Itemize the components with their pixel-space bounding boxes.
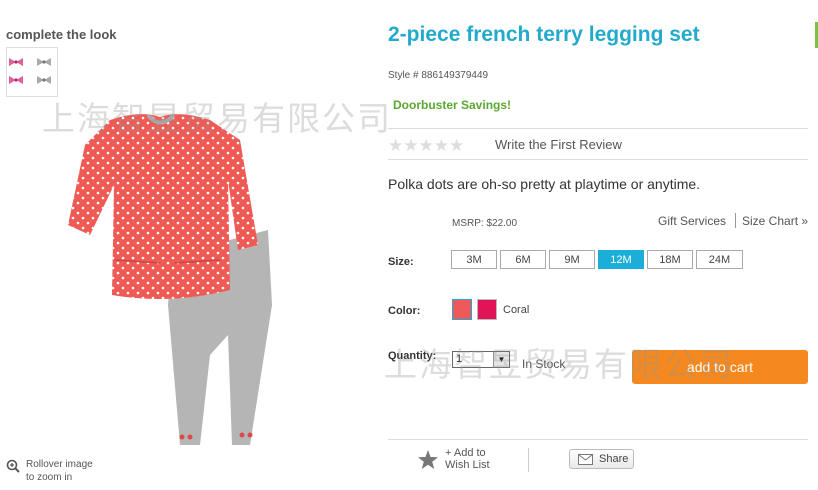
quantity-label: Quantity: bbox=[388, 350, 437, 362]
complete-the-look-heading: complete the look bbox=[6, 27, 117, 42]
envelope-icon bbox=[578, 454, 593, 465]
pink-bow-icon bbox=[9, 76, 23, 84]
quantity-value: 1 bbox=[456, 353, 463, 365]
product-title: 2-piece french terry legging set bbox=[388, 23, 700, 46]
wish-list-line-2: Wish List bbox=[445, 459, 490, 471]
rating-stars: ★★★★★ bbox=[388, 136, 465, 155]
gray-bow-icon bbox=[37, 58, 51, 66]
write-review-link[interactable]: Write the First Review bbox=[495, 137, 622, 152]
stock-status: In Stock bbox=[522, 357, 566, 371]
size-label: Size: bbox=[388, 256, 414, 268]
action-separator bbox=[528, 448, 529, 472]
divider bbox=[388, 128, 808, 129]
size-option-3m[interactable]: 3M bbox=[451, 250, 497, 269]
gray-bow-icon bbox=[37, 76, 51, 84]
size-option-18m[interactable]: 18M bbox=[647, 250, 693, 269]
rollover-zoom-hint: Rollover image to zoom in bbox=[26, 458, 116, 484]
chevron-down-icon[interactable]: ▼ bbox=[493, 352, 509, 367]
share-button[interactable]: Share bbox=[569, 449, 634, 469]
rollover-line-1: Rollover image bbox=[26, 459, 93, 470]
gift-services-link[interactable]: Gift Services bbox=[658, 214, 726, 228]
star-icon[interactable] bbox=[417, 450, 439, 470]
add-to-wish-list-link[interactable]: + Add to Wish List bbox=[445, 447, 490, 471]
size-option-6m[interactable]: 6M bbox=[500, 250, 546, 269]
msrp-price: MSRP: $22.00 bbox=[452, 218, 518, 229]
product-description: Polka dots are oh-so pretty at playtime … bbox=[388, 176, 701, 192]
add-to-cart-button[interactable]: add to cart bbox=[632, 350, 808, 384]
size-chart-link[interactable]: Size Chart » bbox=[742, 214, 808, 228]
share-label: Share bbox=[599, 453, 629, 465]
size-option-24m[interactable]: 24M bbox=[696, 250, 743, 269]
color-swatch-coral[interactable] bbox=[452, 299, 472, 320]
zoom-icon bbox=[6, 459, 20, 473]
selected-color-name: Coral bbox=[503, 304, 530, 316]
complete-the-look-thumbnail[interactable] bbox=[6, 47, 58, 97]
pink-bow-icon bbox=[9, 58, 23, 66]
size-option-12m[interactable]: 12M bbox=[598, 250, 644, 269]
color-label: Color: bbox=[388, 305, 421, 317]
link-separator bbox=[735, 213, 736, 228]
divider bbox=[388, 159, 808, 160]
product-image[interactable] bbox=[60, 105, 275, 450]
size-option-9m[interactable]: 9M bbox=[549, 250, 595, 269]
divider bbox=[388, 439, 808, 440]
wish-list-line-1: + Add to bbox=[445, 447, 486, 459]
rollover-line-2: to zoom in bbox=[26, 472, 73, 483]
color-swatch-pink[interactable] bbox=[477, 299, 497, 320]
promo-label: Doorbuster Savings! bbox=[393, 98, 512, 112]
style-number: Style # 886149379449 bbox=[388, 70, 489, 81]
quantity-select[interactable]: 1 ▼ bbox=[452, 351, 510, 368]
